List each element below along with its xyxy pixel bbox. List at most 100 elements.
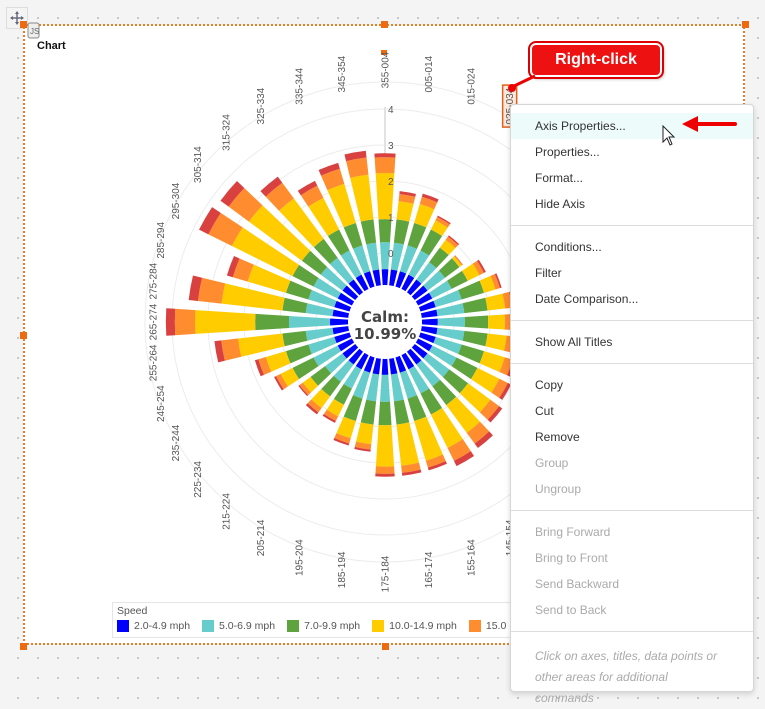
bar-segment-265-274-s3[interactable] (195, 310, 256, 334)
direction-label[interactable]: 255-264 (149, 344, 160, 381)
direction-label[interactable]: 185-194 (337, 551, 348, 588)
bar-segment-175-184-s1[interactable] (379, 374, 391, 402)
bar-segment-075-084-s2[interactable] (462, 297, 488, 314)
direction-label[interactable]: 205-214 (256, 519, 267, 556)
direction-label[interactable]: 245-254 (156, 385, 167, 422)
bar-segment-005-014-s2[interactable] (393, 219, 410, 245)
menu-item-axis-properties[interactable]: Axis Properties... (511, 113, 753, 139)
bar-segment-075-084-s0[interactable] (420, 309, 438, 318)
legend-item[interactable]: 5.0-6.9 mph (202, 620, 275, 632)
bar-segment-265-274-s5[interactable] (165, 308, 176, 336)
direction-label[interactable]: 165-174 (424, 551, 435, 588)
bar-segment-265-274-s2[interactable] (255, 313, 290, 331)
bar-segment-165-174-s3[interactable] (396, 422, 420, 466)
menu-item-show-all-titles[interactable]: Show All Titles (511, 329, 753, 355)
direction-label[interactable]: 235-244 (171, 424, 182, 461)
menu-separator (511, 363, 753, 364)
context-menu: Axis Properties... Properties... Format...… (510, 104, 754, 705)
direction-label[interactable]: 285-294 (156, 222, 167, 259)
bar-segment-175-184-s5[interactable] (375, 473, 395, 477)
calm-label: Calm: (361, 308, 409, 326)
legend-label: 15.0 (485, 620, 507, 632)
bar-segment-265-274-s4[interactable] (174, 308, 196, 336)
bar-segment-095-104-s2[interactable] (462, 330, 488, 347)
bar-segment-185-194-s3[interactable] (356, 422, 374, 445)
radial-tick-label[interactable]: 3 (388, 141, 394, 152)
menu-item-copy[interactable]: Copy (511, 372, 753, 398)
bar-segment-275-284-s0[interactable] (332, 309, 350, 318)
direction-label[interactable]: 225-234 (193, 461, 204, 498)
legend-label: 10.0-14.9 mph (389, 620, 457, 632)
direction-label[interactable]: 275-284 (149, 262, 160, 299)
bar-segment-275-284-s2[interactable] (282, 297, 308, 314)
menu-item-format[interactable]: Format... (511, 165, 753, 191)
bar-segment-355-004-s5[interactable] (374, 153, 396, 158)
radial-tick-label[interactable]: 1 (388, 213, 394, 224)
menu-item-cut[interactable]: Cut (511, 398, 753, 424)
bar-segment-175-184-s4[interactable] (375, 466, 395, 474)
direction-label[interactable]: 345-354 (337, 55, 348, 92)
direction-label[interactable]: 195-204 (295, 539, 306, 576)
bar-segment-255-264-s0[interactable] (332, 326, 350, 335)
legend[interactable]: Speed 2.0-4.9 mph 5.0-6.9 mph 7.0-9.9 mph 1… (112, 602, 544, 638)
direction-label[interactable]: 265-274 (149, 303, 160, 340)
bar-segment-175-184-s2[interactable] (378, 401, 392, 426)
direction-label[interactable]: 215-224 (222, 493, 233, 530)
menu-item-send-backward: Send Backward (535, 577, 620, 591)
legend-item[interactable]: 15.0 (468, 620, 507, 632)
menu-item-hide-axis[interactable]: Hide Axis (511, 191, 753, 217)
bar-segment-165-174-s0[interactable] (389, 357, 398, 375)
bar-segment-355-004-s4[interactable] (374, 157, 396, 174)
legend-item[interactable]: 10.0-14.9 mph (372, 620, 457, 632)
bar-segment-185-194-s0[interactable] (372, 357, 381, 375)
calm-value: 10.99% (354, 325, 416, 343)
direction-label[interactable]: 305-314 (193, 146, 204, 183)
bar-segment-005-014-s3[interactable] (396, 201, 414, 222)
direction-label[interactable]: 325-334 (256, 87, 267, 124)
menu-item-date-comparison[interactable]: Date Comparison... (511, 286, 753, 312)
bar-segment-345-354-s4[interactable] (346, 157, 369, 178)
radial-tick-label[interactable]: 0 (388, 249, 394, 260)
direction-label[interactable]: 295-304 (171, 182, 182, 219)
legend-item[interactable]: 7.0-9.9 mph (287, 620, 360, 632)
bar-segment-175-184-s3[interactable] (375, 425, 395, 467)
menu-item-filter[interactable]: Filter (511, 260, 753, 286)
bar-segment-085-094-s0[interactable] (421, 318, 438, 326)
bar-segment-085-094-s1[interactable] (437, 316, 465, 328)
bar-segment-175-184-s0[interactable] (381, 358, 389, 375)
bar-segment-095-104-s3[interactable] (485, 333, 507, 351)
bar-segment-345-354-s2[interactable] (360, 219, 377, 245)
bar-segment-165-174-s2[interactable] (393, 399, 410, 425)
menu-separator (511, 225, 753, 226)
direction-label[interactable]: 355-004 (381, 51, 392, 88)
bar-segment-255-264-s4[interactable] (221, 338, 242, 361)
menu-item-remove[interactable]: Remove (511, 424, 753, 450)
bar-segment-085-094-s2[interactable] (464, 315, 489, 329)
bar-segment-075-084-s3[interactable] (485, 293, 506, 311)
menu-item-bring-forward: Bring Forward (535, 525, 611, 539)
menu-item-properties[interactable]: Properties... (511, 139, 753, 165)
bar-segment-005-014-s0[interactable] (389, 269, 398, 287)
bar-segment-265-274-s1[interactable] (288, 315, 331, 329)
legend-item[interactable]: 2.0-4.9 mph (117, 620, 190, 632)
bar-segment-185-194-s2[interactable] (360, 399, 377, 425)
legend-label: 2.0-4.9 mph (134, 620, 191, 632)
radial-tick-label[interactable]: 4 (388, 105, 394, 116)
direction-label[interactable]: 005-014 (424, 55, 435, 92)
direction-label[interactable]: 315-324 (222, 114, 233, 151)
bar-085-094[interactable] (421, 313, 514, 331)
bar-segment-355-004-s0[interactable] (381, 269, 389, 286)
bar-segment-095-104-s0[interactable] (420, 326, 438, 335)
menu-separator (511, 631, 753, 632)
bar-segment-345-354-s0[interactable] (372, 269, 381, 287)
bar-segment-085-094-s3[interactable] (488, 314, 505, 330)
radial-tick-label[interactable]: 2 (388, 177, 394, 188)
direction-label[interactable]: 175-184 (381, 555, 392, 592)
direction-label[interactable]: 155-164 (466, 539, 477, 576)
bar-segment-255-264-s2[interactable] (282, 330, 308, 347)
menu-item-conditions[interactable]: Conditions... (511, 234, 753, 260)
bar-segment-265-274-s0[interactable] (329, 318, 349, 326)
direction-label[interactable]: 015-024 (466, 68, 477, 105)
direction-label[interactable]: 335-344 (295, 68, 306, 105)
bar-segment-275-284-s4[interactable] (197, 277, 226, 304)
